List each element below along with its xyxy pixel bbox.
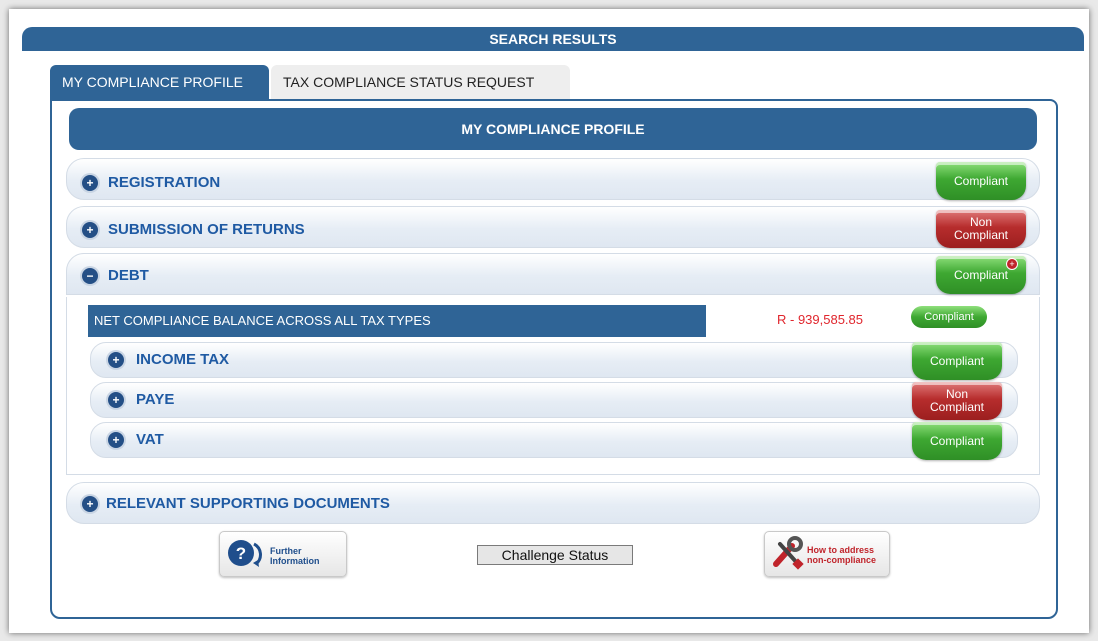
section-label-registration: REGISTRATION xyxy=(108,174,221,191)
status-badge-vat[interactable]: Compliant xyxy=(912,422,1002,460)
sub-label-income-tax: INCOME TAX xyxy=(136,351,230,368)
sub-income-tax[interactable] xyxy=(90,342,1018,378)
sub-paye[interactable] xyxy=(90,382,1018,418)
expand-icon[interactable]: + xyxy=(82,175,98,191)
how-to-address-button[interactable]: How to address non-compliance xyxy=(764,531,890,577)
status-badge-income-tax[interactable]: Compliant xyxy=(912,342,1002,380)
expand-icon[interactable]: + xyxy=(82,222,98,238)
sub-vat[interactable] xyxy=(90,422,1018,458)
svg-text:?: ? xyxy=(236,544,246,563)
further-information-button[interactable]: ? Further Information xyxy=(219,531,347,577)
section-debt[interactable] xyxy=(66,253,1040,295)
tab-my-compliance-profile[interactable]: MY COMPLIANCE PROFILE xyxy=(50,65,269,99)
net-compliance-amount: R - 939,585.85 xyxy=(777,312,864,327)
search-results-header: SEARCH RESULTS xyxy=(22,27,1084,51)
net-compliance-label: NET COMPLIANCE BALANCE ACROSS ALL TAX TY… xyxy=(88,305,706,337)
status-badge-submission[interactable]: Non Compliant xyxy=(936,210,1026,248)
net-compliance-status: Compliant xyxy=(911,306,987,328)
section-label-supporting-documents: RELEVANT SUPPORTING DOCUMENTS xyxy=(106,495,390,512)
further-information-label: Further Information xyxy=(270,546,320,566)
section-label-submission: SUBMISSION OF RETURNS xyxy=(108,221,305,238)
status-badge-registration[interactable]: Compliant xyxy=(936,162,1026,200)
info-plus-icon[interactable]: + xyxy=(1006,258,1018,270)
status-badge-paye[interactable]: Non Compliant xyxy=(912,382,1002,420)
how-to-address-label: How to address non-compliance xyxy=(807,545,877,565)
section-label-debt: DEBT xyxy=(108,267,149,284)
expand-icon[interactable]: + xyxy=(108,352,124,368)
expand-icon[interactable]: + xyxy=(108,432,124,448)
collapse-icon[interactable]: − xyxy=(82,268,98,284)
expand-icon[interactable]: + xyxy=(82,496,98,512)
sub-label-vat: VAT xyxy=(136,431,164,448)
challenge-status-button[interactable]: Challenge Status xyxy=(477,545,633,565)
tab-tax-compliance-status-request[interactable]: TAX COMPLIANCE STATUS REQUEST xyxy=(271,65,570,99)
profile-title: MY COMPLIANCE PROFILE xyxy=(69,108,1037,150)
question-icon: ? xyxy=(228,540,262,567)
tools-icon xyxy=(773,536,804,570)
sub-label-paye: PAYE xyxy=(136,391,175,408)
expand-icon[interactable]: + xyxy=(108,392,124,408)
